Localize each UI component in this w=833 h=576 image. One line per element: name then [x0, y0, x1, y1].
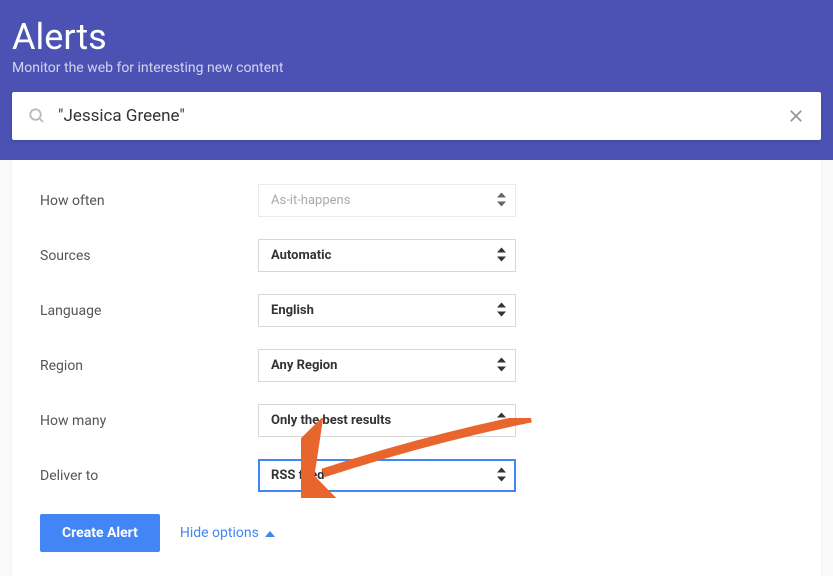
hide-options-link[interactable]: Hide options: [180, 525, 275, 541]
row-region: Region Any Region: [40, 349, 793, 382]
row-how-often: How often As-it-happens: [40, 184, 793, 217]
row-language: Language English: [40, 294, 793, 327]
close-icon[interactable]: [787, 107, 805, 125]
select-how-many[interactable]: Only the best results: [258, 404, 516, 437]
select-how-often[interactable]: As-it-happens: [258, 184, 516, 217]
page-title: Alerts: [12, 16, 821, 58]
select-value: English: [271, 303, 314, 318]
hide-options-label: Hide options: [180, 525, 259, 541]
label-language: Language: [40, 303, 258, 319]
row-sources: Sources Automatic: [40, 239, 793, 272]
select-deliver-to[interactable]: RSS feed: [258, 459, 516, 492]
select-value: Any Region: [271, 358, 337, 373]
chevron-up-icon: [265, 525, 275, 541]
search-icon: [28, 107, 46, 125]
select-sources[interactable]: Automatic: [258, 239, 516, 272]
search-input[interactable]: [58, 106, 787, 126]
page-subtitle: Monitor the web for interesting new cont…: [12, 60, 821, 76]
select-value: Automatic: [271, 248, 331, 263]
select-value: As-it-happens: [271, 193, 350, 208]
search-box: [12, 92, 821, 140]
label-how-many: How many: [40, 413, 258, 429]
create-alert-button[interactable]: Create Alert: [40, 514, 160, 552]
label-region: Region: [40, 358, 258, 374]
label-sources: Sources: [40, 248, 258, 264]
select-value: Only the best results: [271, 413, 391, 428]
header: Alerts Monitor the web for interesting n…: [0, 0, 833, 160]
label-deliver-to: Deliver to: [40, 468, 258, 484]
select-value: RSS feed: [271, 468, 324, 483]
row-how-many: How many Only the best results: [40, 404, 793, 437]
select-region[interactable]: Any Region: [258, 349, 516, 382]
footer: Create Alert Hide options: [40, 514, 793, 552]
label-how-often: How often: [40, 193, 258, 209]
options-panel: How often As-it-happens Sources Automati…: [12, 160, 821, 576]
select-language[interactable]: English: [258, 294, 516, 327]
row-deliver-to: Deliver to RSS feed: [40, 459, 793, 492]
